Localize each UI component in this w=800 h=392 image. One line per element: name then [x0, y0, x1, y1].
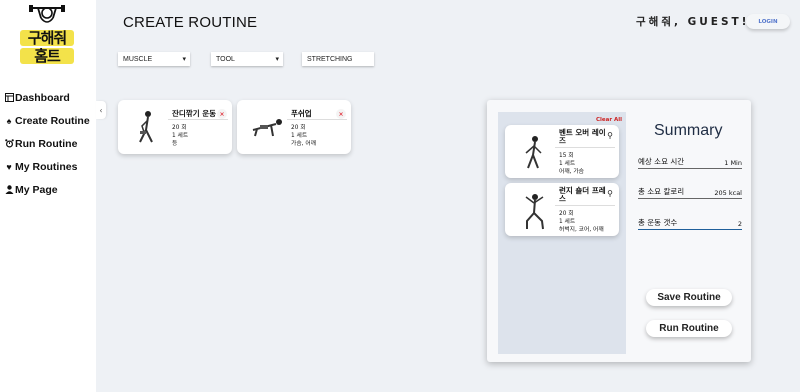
login-button[interactable]: LOGIN — [746, 14, 790, 29]
sidebar-item-my-routines[interactable]: ♥ My Routines — [4, 155, 90, 178]
sidebar-item-label: My Routines — [15, 160, 78, 173]
muscle-filter-select[interactable]: MUSCLE ▾ — [118, 52, 190, 66]
page-title: CREATE ROUTINE — [123, 14, 258, 31]
tool-filter-label: TOOL — [216, 55, 235, 63]
dashboard-icon — [4, 93, 14, 103]
stretching-filter-label: STRETCHING — [307, 55, 353, 63]
sidebar-item-label: Dashboard — [15, 91, 70, 104]
sidebar-item-create-routine[interactable]: ♠ Create Routine — [4, 109, 90, 132]
caret-down-icon: ▾ — [182, 56, 186, 63]
card-divider — [287, 119, 347, 120]
app-logo[interactable]: 구해줘 홈트 — [20, 4, 74, 66]
summary-label: 총 운동 갯수 — [638, 218, 678, 227]
routine-item-name: 런지 숄더 프레스 — [559, 186, 606, 203]
save-routine-button[interactable]: Save Routine — [646, 289, 732, 306]
exercise-illustration-icon — [252, 119, 282, 137]
delete-exercise-button[interactable]: × — [217, 109, 227, 119]
pin-icon[interactable]: ⚲ — [605, 188, 615, 198]
routine-item-muscles: 어깨, 가슴 — [559, 169, 585, 175]
muscle-filter-label: MUSCLE — [123, 55, 153, 63]
sidebar-collapse-button[interactable]: ‹ — [96, 101, 106, 119]
sidebar-item-label: Create Routine — [15, 114, 90, 127]
card-divider — [555, 147, 615, 148]
exercise-illustration-icon — [139, 111, 153, 143]
spade-icon: ♠ — [6, 115, 12, 126]
routine-item-card[interactable]: 벤트 오버 레이즈 15 회 1 세트 어깨, 가슴 ⚲ — [505, 125, 619, 178]
heart-icon: ♥ — [6, 161, 12, 172]
logo-text-top: 구해줘 — [20, 30, 74, 46]
sidebar-nav: Dashboard ♠ Create Routine Run Routine ♥… — [4, 86, 90, 201]
exercise-illustration-icon — [525, 194, 544, 230]
sidebar: 구해줘 홈트 Dashboard ♠ Create Routine Run Ro… — [0, 0, 96, 392]
summary-value: 2 — [737, 220, 742, 228]
summary-label: 예상 소요 시간 — [638, 157, 685, 166]
card-divider — [555, 205, 615, 206]
summary-label: 총 소요 칼로리 — [638, 187, 685, 196]
run-routine-button[interactable]: Run Routine — [646, 320, 732, 337]
exercise-muscles: 가슴, 어깨 — [291, 141, 317, 147]
summary-title: Summary — [654, 122, 723, 139]
sidebar-item-label: Run Routine — [15, 137, 78, 150]
logo-text-bottom: 홈트 — [20, 48, 74, 64]
summary-row-count: 총 운동 갯수 2 — [638, 218, 742, 230]
caret-down-icon: ▾ — [275, 56, 279, 63]
alarm-clock-icon — [4, 139, 14, 149]
routine-item-name: 벤트 오버 레이즈 — [559, 128, 606, 145]
exercise-muscles: 등 — [172, 141, 178, 147]
summary-value: 1 Min — [724, 159, 742, 167]
sidebar-item-my-page[interactable]: My Page — [4, 178, 90, 201]
sidebar-item-dashboard[interactable]: Dashboard — [4, 86, 90, 109]
sidebar-item-label: My Page — [15, 183, 58, 196]
tool-filter-select[interactable]: TOOL ▾ — [211, 52, 283, 66]
card-divider — [168, 119, 228, 120]
logo-figure-icon — [29, 5, 65, 23]
routine-item-card[interactable]: 런지 숄더 프레스 20 회 1 세트 허벅지, 코어, 어깨 ⚲ — [505, 183, 619, 236]
exercise-illustration-icon — [525, 136, 542, 169]
summary-row-calories: 총 소요 칼로리 205 kcal — [638, 187, 742, 199]
clear-all-button[interactable]: Clear All — [596, 117, 622, 123]
stretching-filter-button[interactable]: STRETCHING — [302, 52, 374, 66]
pin-icon[interactable]: ⚲ — [605, 130, 615, 140]
sidebar-item-run-routine[interactable]: Run Routine — [4, 132, 90, 155]
exercise-name: 푸쉬업 — [291, 109, 312, 118]
person-icon — [4, 185, 14, 195]
summary-row-time: 예상 소요 시간 1 Min — [638, 157, 742, 169]
routine-item-muscles: 허벅지, 코어, 어깨 — [559, 227, 604, 233]
exercise-name: 잔디깎기 운동 — [172, 109, 217, 118]
greeting-text: 구해줘, GUEST! — [636, 16, 750, 28]
exercise-card[interactable]: 푸쉬업 20 회 1 세트 가슴, 어깨 × — [237, 100, 351, 154]
exercise-card[interactable]: 잔디깎기 운동 20 회 1 세트 등 × — [118, 100, 232, 154]
summary-value: 205 kcal — [714, 189, 742, 197]
delete-exercise-button[interactable]: × — [336, 109, 346, 119]
